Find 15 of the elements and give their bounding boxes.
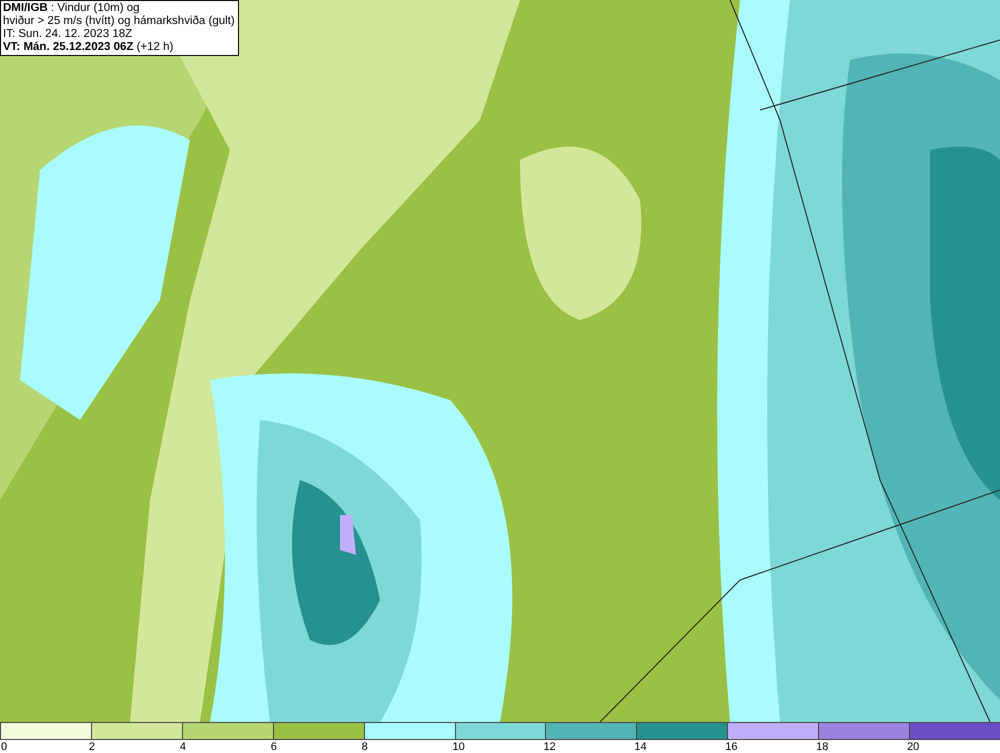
legend-label: 2	[88, 741, 96, 753]
legend-label: 16	[725, 741, 738, 753]
legend-label: 12	[543, 741, 556, 753]
legend-label: 14	[634, 741, 647, 753]
legend-label: 6	[270, 741, 277, 753]
legend-label: 18	[816, 741, 828, 753]
title-line: VT: Mán. 25.12.2023 06Z (+12 h)	[3, 41, 174, 54]
title-line: IT: Sun. 24. 12. 2023 18Z	[3, 28, 134, 41]
legend-label: 8	[362, 741, 368, 753]
legend-label: 20	[907, 741, 920, 753]
title-line: DMI/IGB : Vindur (10m) og	[3, 2, 141, 15]
legend-label: 4	[180, 741, 186, 753]
legend-label: 10	[452, 741, 465, 753]
title-line: hviður > 25 m/s (hvítt) og hámarkshviða (gult)	[3, 15, 235, 28]
legend-label: 0	[1, 741, 8, 753]
